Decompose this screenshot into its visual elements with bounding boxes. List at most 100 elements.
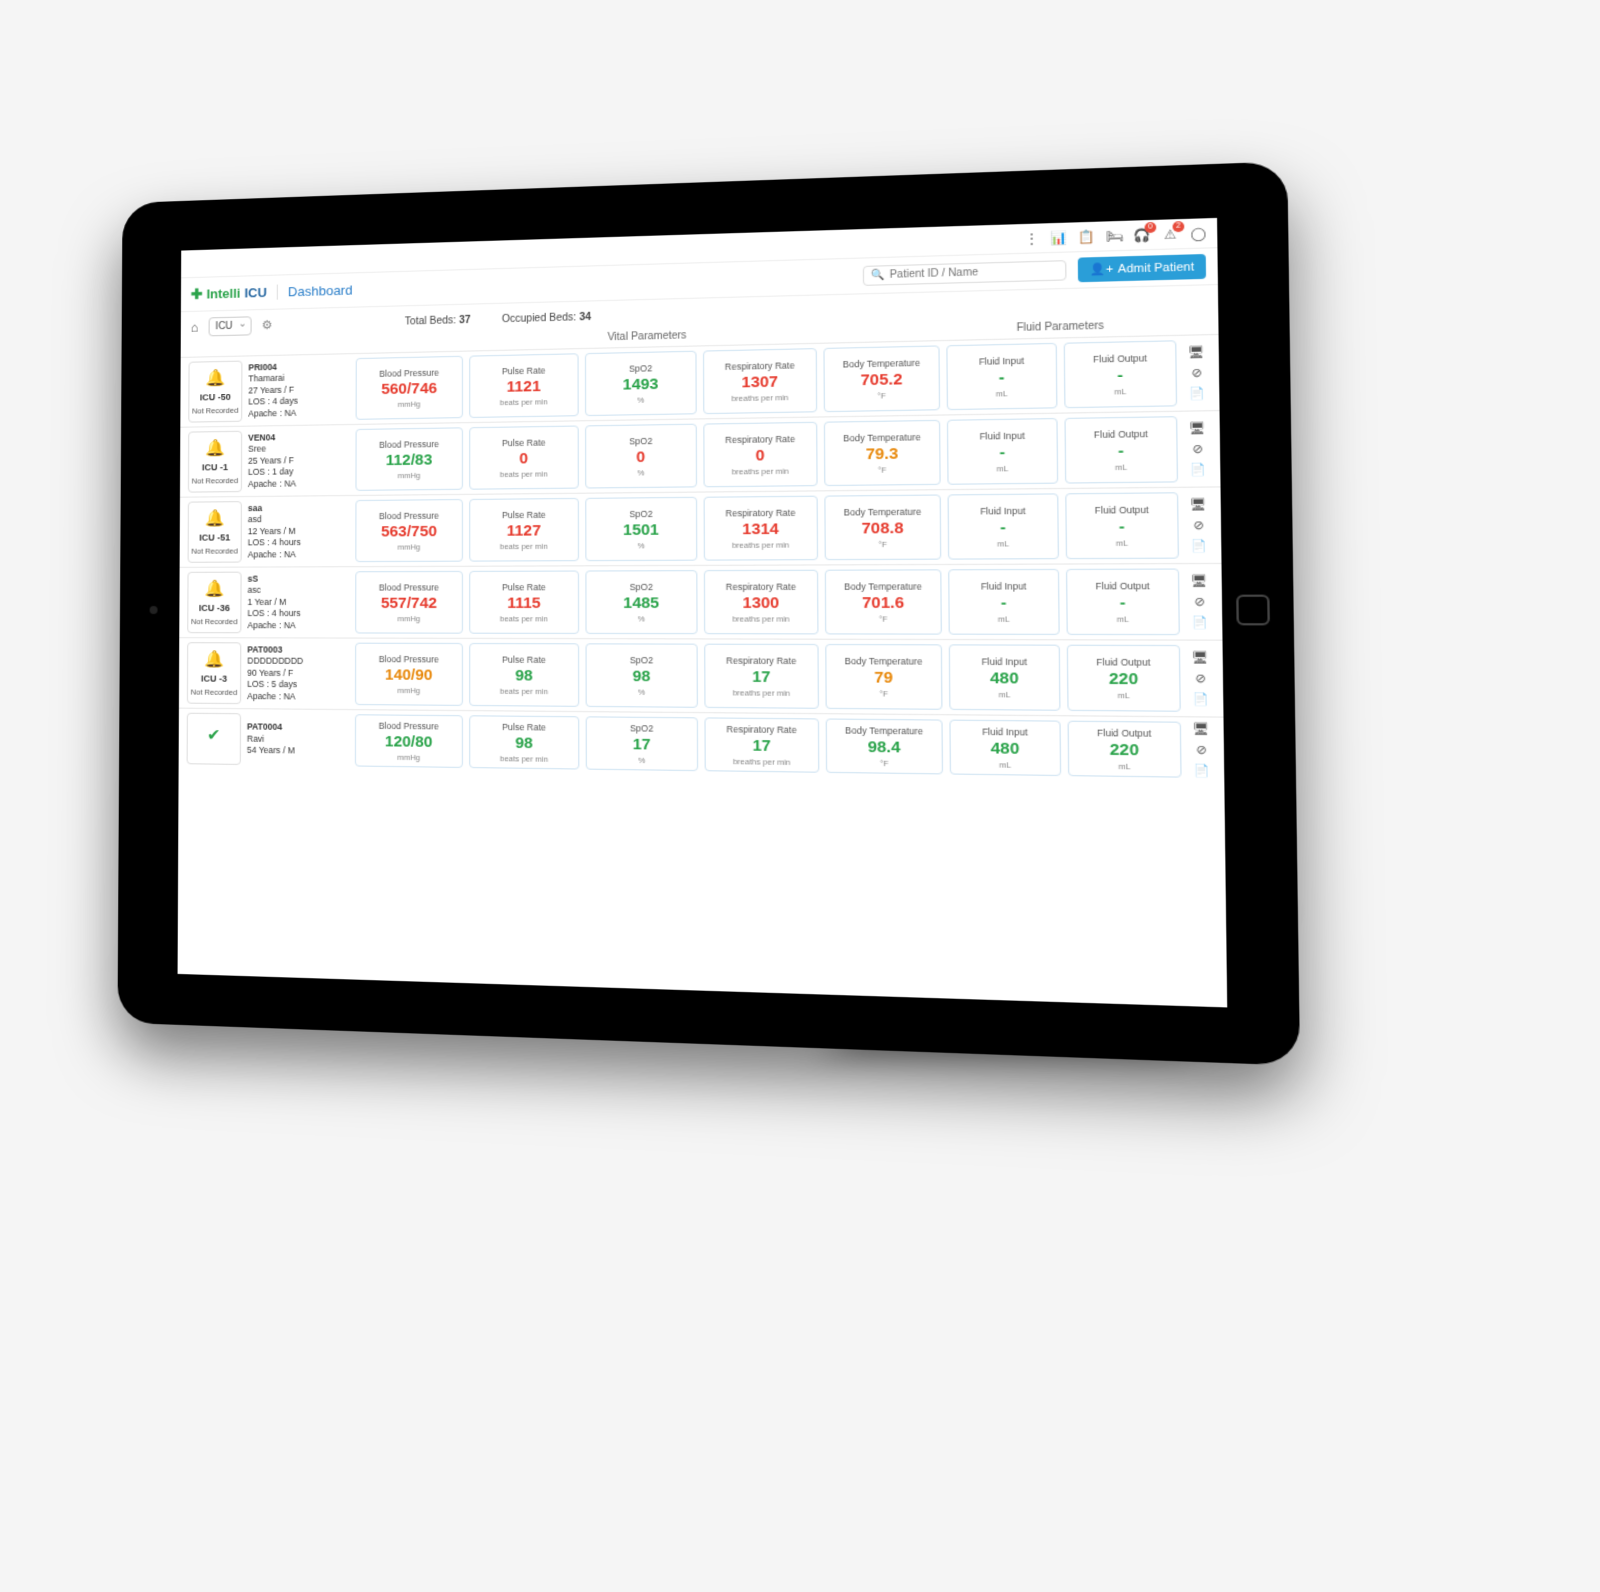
metric-fin[interactable]: Fluid Input 480 mL: [949, 720, 1061, 776]
user-profile-icon[interactable]: ◯: [1189, 224, 1208, 242]
ward-select[interactable]: ICU: [208, 316, 251, 336]
metric-spo2[interactable]: SpO2 1493 %: [585, 351, 697, 416]
admit-patient-button[interactable]: 👤+ Admit Patient: [1078, 254, 1206, 282]
metric-pulse[interactable]: Pulse Rate 98 beats per min: [469, 643, 579, 707]
patient-info[interactable]: PAT0003 DDDDDDDDD 90 Years / F LOS : 5 d…: [247, 642, 349, 705]
row-monitor-icon[interactable]: 🖥: [1188, 345, 1205, 359]
row-trend-icon[interactable]: ⊘: [1193, 518, 1204, 532]
metric-bp[interactable]: Blood Pressure 563/750 mmHg: [355, 499, 463, 562]
bed-cell[interactable]: ✔: [187, 713, 241, 765]
patient-row[interactable]: 🔔 ICU -51 Not Recorded saa asd 12 Years …: [180, 486, 1222, 566]
metric-pulse[interactable]: Pulse Rate 1115 beats per min: [469, 571, 579, 634]
metric-resp[interactable]: Respiratory Rate 17 breaths per min: [704, 644, 819, 709]
metric-resp[interactable]: Respiratory Rate 1300 breaths per min: [704, 570, 819, 635]
row-notes-icon[interactable]: 📄: [1191, 539, 1207, 553]
tablet-home-button[interactable]: [1236, 595, 1270, 626]
metric-fin[interactable]: Fluid Input 480 mL: [949, 644, 1061, 710]
row-notes-icon[interactable]: 📄: [1189, 386, 1205, 400]
row-notes-icon[interactable]: 📄: [1193, 692, 1209, 706]
row-notes-icon[interactable]: 📄: [1193, 764, 1209, 779]
chart-icon[interactable]: 📊: [1050, 228, 1069, 246]
metric-pulse[interactable]: Pulse Rate 1121 beats per min: [469, 353, 578, 418]
metric-temp[interactable]: Body Temperature 79.3 °F: [824, 420, 941, 486]
metric-spo2[interactable]: SpO2 1501 %: [585, 497, 697, 561]
alert-icon[interactable]: ⚠: [1161, 225, 1180, 243]
row-trend-icon[interactable]: ⊘: [1191, 366, 1202, 380]
metric-bp[interactable]: Blood Pressure 140/90 mmHg: [355, 643, 463, 706]
bed-icon[interactable]: 🛏: [1105, 227, 1124, 245]
metric-fin-value: 480: [990, 669, 1019, 688]
metric-resp[interactable]: Respiratory Rate 1314 breaths per min: [704, 496, 818, 561]
patient-row[interactable]: 🔔 ICU -36 Not Recorded sS asc 1 Year / M…: [179, 563, 1222, 640]
row-monitor-icon[interactable]: 🖥: [1192, 650, 1209, 664]
metric-resp-unit: breaths per min: [733, 756, 790, 766]
row-trend-icon[interactable]: ⊘: [1195, 671, 1206, 685]
metric-fout[interactable]: Fluid Output - mL: [1064, 340, 1177, 408]
bed-cell[interactable]: 🔔 ICU -1 Not Recorded: [188, 431, 242, 493]
metric-bp[interactable]: Blood Pressure 557/742 mmHg: [355, 571, 463, 634]
patient-row[interactable]: 🔔 ICU -3 Not Recorded PAT0003 DDDDDDDDD …: [179, 637, 1224, 716]
row-trend-icon[interactable]: ⊘: [1194, 595, 1205, 609]
patient-info[interactable]: saa asd 12 Years / M LOS : 4 hours Apach…: [248, 500, 350, 562]
gear-icon[interactable]: ⚙: [262, 318, 273, 332]
bed-cell[interactable]: 🔔 ICU -50 Not Recorded: [188, 361, 242, 423]
metric-temp[interactable]: Body Temperature 705.2 °F: [823, 345, 940, 412]
metric-fin[interactable]: Fluid Input - mL: [948, 493, 1059, 559]
metric-temp[interactable]: Body Temperature 98.4 °F: [826, 718, 943, 774]
metric-fout[interactable]: Fluid Output - mL: [1065, 492, 1179, 559]
metric-pulse[interactable]: Pulse Rate 98 beats per min: [469, 715, 579, 769]
home-icon[interactable]: ⌂: [191, 319, 199, 334]
patient-apache: Apache : NA: [247, 691, 349, 703]
app-logo[interactable]: ✚ IntelliICU: [191, 284, 267, 303]
metric-temp[interactable]: Body Temperature 708.8 °F: [824, 494, 941, 560]
patient-info[interactable]: PAT0004 Ravi 54 Years / M: [247, 713, 349, 766]
bed-cell[interactable]: 🔔 ICU -3 Not Recorded: [187, 642, 241, 704]
metric-spo2[interactable]: SpO2 17 %: [586, 716, 698, 771]
row-trend-icon[interactable]: ⊘: [1196, 743, 1207, 757]
headset-icon[interactable]: 🎧: [1133, 226, 1152, 244]
alert-bell-icon: 🔔: [205, 368, 225, 388]
metric-fout[interactable]: Fluid Output - mL: [1064, 416, 1178, 483]
metric-resp[interactable]: Respiratory Rate 17 breaths per min: [704, 717, 819, 772]
bed-cell[interactable]: 🔔 ICU -51 Not Recorded: [188, 501, 242, 563]
clipboard-icon[interactable]: 📋: [1077, 228, 1096, 246]
metric-fin[interactable]: Fluid Input - mL: [947, 418, 1058, 485]
metric-fin[interactable]: Fluid Input - mL: [946, 343, 1057, 410]
metric-fin[interactable]: Fluid Input - mL: [948, 569, 1060, 635]
patient-rows[interactable]: 🔔 ICU -50 Not Recorded PRI004 Thamarai 2…: [178, 334, 1228, 1004]
metric-pulse-unit: beats per min: [500, 397, 548, 407]
metric-resp[interactable]: Respiratory Rate 0 breaths per min: [703, 422, 817, 488]
row-monitor-icon[interactable]: 🖥: [1191, 574, 1208, 588]
metric-bp[interactable]: Blood Pressure 112/83 mmHg: [355, 427, 462, 491]
search-input[interactable]: [889, 265, 1058, 281]
metric-pulse[interactable]: Pulse Rate 0 beats per min: [469, 425, 579, 489]
metric-spo2[interactable]: SpO2 1485 %: [585, 570, 697, 634]
metric-spo2[interactable]: SpO2 98 %: [586, 643, 698, 708]
metric-bp[interactable]: Blood Pressure 120/80 mmHg: [355, 714, 463, 768]
patient-info[interactable]: VEN04 Sree 25 Years / F LOS : 1 day Apac…: [248, 429, 350, 492]
metric-fout[interactable]: Fluid Output 220 mL: [1067, 645, 1181, 712]
patient-search[interactable]: 🔍: [863, 260, 1067, 286]
fluids-group: Fluid Input - mL Fluid Output - mL: [948, 569, 1180, 636]
row-trend-icon[interactable]: ⊘: [1192, 442, 1203, 456]
row-monitor-icon[interactable]: 🖥: [1193, 722, 1210, 736]
metric-spo2[interactable]: SpO2 0 %: [585, 424, 697, 489]
patient-info[interactable]: sS asc 1 Year / M LOS : 4 hours Apache :…: [247, 571, 349, 633]
more-icon[interactable]: ⋮: [1022, 229, 1040, 247]
metric-temp[interactable]: Body Temperature 79 °F: [825, 644, 942, 710]
row-notes-icon[interactable]: 📄: [1190, 463, 1206, 477]
row-monitor-icon[interactable]: 🖥: [1189, 421, 1206, 435]
metric-fout[interactable]: Fluid Output - mL: [1066, 569, 1180, 636]
row-notes-icon[interactable]: 📄: [1192, 615, 1208, 629]
patient-info[interactable]: PRI004 Thamarai 27 Years / F LOS : 4 day…: [248, 358, 349, 421]
vitals-group: Blood Pressure 557/742 mmHg Pulse Rate 1…: [355, 569, 942, 634]
patient-row[interactable]: ✔ PAT0004 Ravi 54 Years / M Blood Pressu…: [179, 708, 1225, 783]
metric-fout[interactable]: Fluid Output 220 mL: [1068, 721, 1182, 778]
metric-temp[interactable]: Body Temperature 701.6 °F: [825, 569, 942, 634]
metric-resp[interactable]: Respiratory Rate 1307 breaths per min: [703, 348, 817, 414]
metric-bp[interactable]: Blood Pressure 560/746 mmHg: [356, 356, 463, 420]
row-monitor-icon[interactable]: 🖥: [1190, 497, 1207, 511]
metric-pulse[interactable]: Pulse Rate 1127 beats per min: [469, 498, 579, 562]
bed-cell[interactable]: 🔔 ICU -36 Not Recorded: [187, 572, 241, 634]
metric-fout-unit: mL: [1118, 761, 1130, 771]
